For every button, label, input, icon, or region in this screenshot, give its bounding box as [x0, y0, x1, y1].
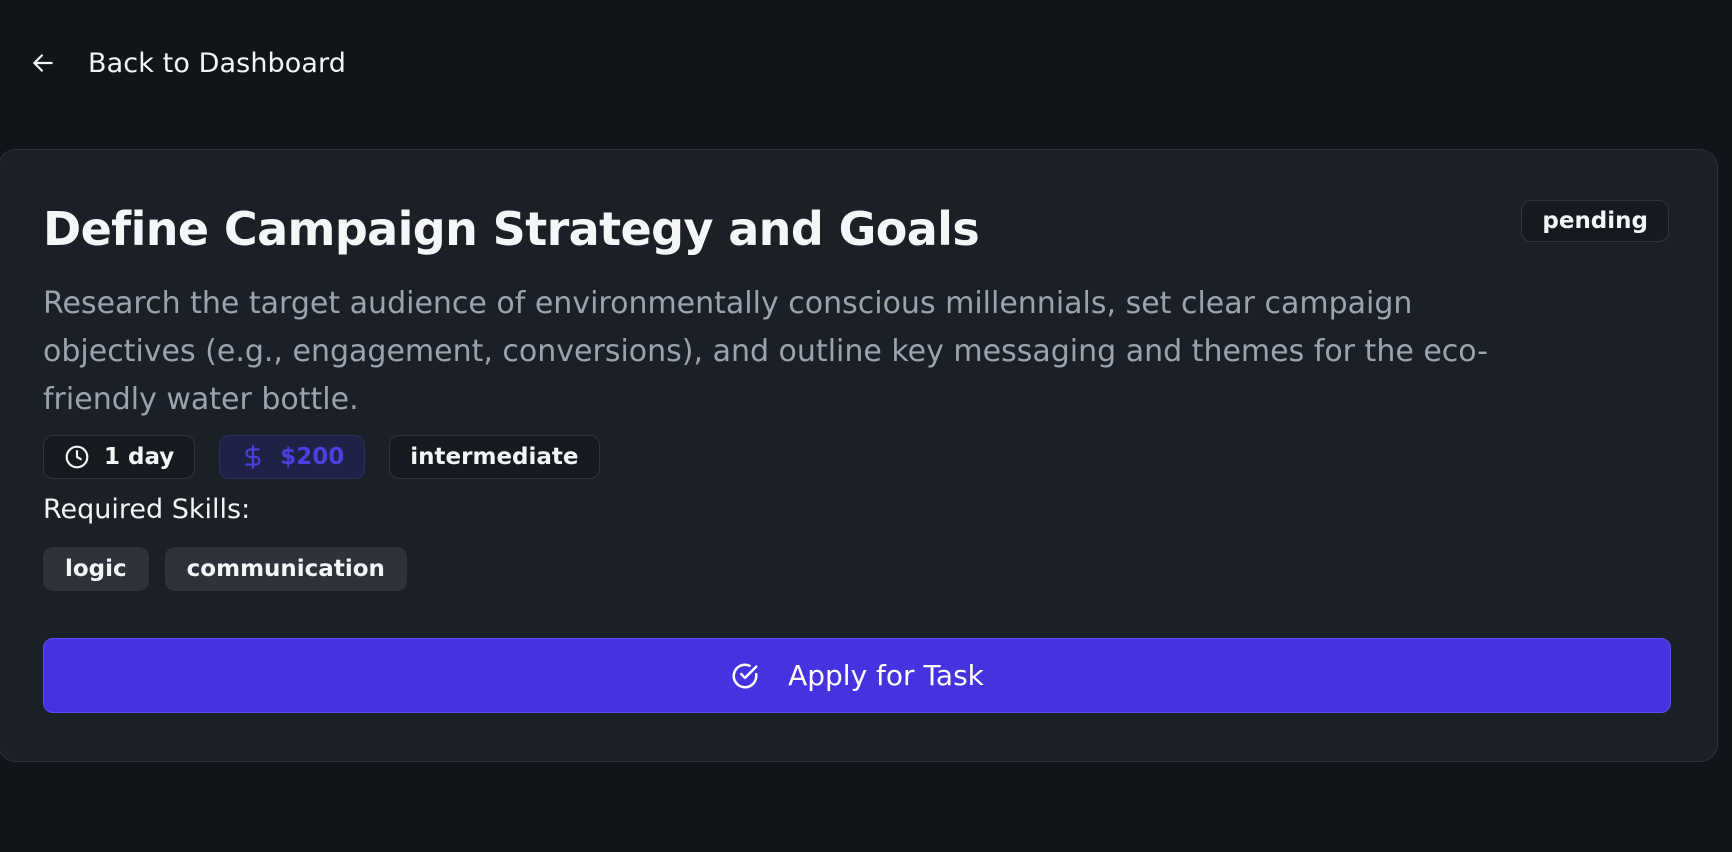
- difficulty-value: intermediate: [410, 444, 579, 470]
- status-badge: pending: [1521, 200, 1669, 242]
- skills-list: logic communication: [43, 547, 407, 591]
- arrow-left-icon: [30, 50, 56, 76]
- task-card: Define Campaign Strategy and Goals pendi…: [0, 149, 1718, 762]
- difficulty-chip: intermediate: [389, 435, 600, 479]
- back-link-label: Back to Dashboard: [88, 47, 347, 79]
- duration-chip: 1 day: [43, 435, 196, 479]
- task-meta-row: 1 day $200 intermediate: [43, 435, 600, 479]
- dollar-icon: [240, 444, 266, 470]
- task-title: Define Campaign Strategy and Goals: [43, 202, 980, 256]
- apply-button-label: Apply for Task: [788, 659, 984, 692]
- price-chip: $200: [219, 435, 366, 479]
- clock-icon: [64, 444, 90, 470]
- skill-tag-communication: communication: [164, 547, 407, 591]
- duration-value: 1 day: [104, 444, 175, 470]
- task-detail-page: Back to Dashboard Define Campaign Strate…: [0, 0, 1732, 852]
- task-description: Research the target audience of environm…: [43, 286, 1489, 417]
- apply-for-task-button[interactable]: Apply for Task: [43, 638, 1671, 713]
- required-skills-heading: Required Skills:: [43, 494, 251, 525]
- skill-tag-logic: logic: [43, 547, 149, 591]
- check-circle-icon: [730, 661, 760, 691]
- back-to-dashboard-link[interactable]: Back to Dashboard: [30, 42, 346, 84]
- price-value: $200: [280, 444, 345, 470]
